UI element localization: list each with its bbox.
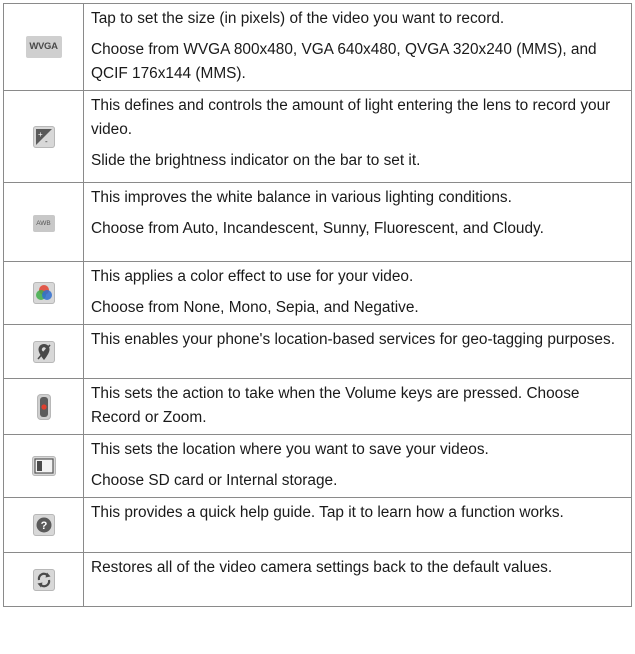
reset-icon [32,568,55,591]
table-row: This enables your phone's location-based… [3,324,632,379]
description-cell: This sets the location where you want to… [83,434,632,498]
storage-icon [31,456,56,476]
icon-cell [3,552,84,607]
camera-settings-table: WVGA Tap to set the size (in pixels) of … [3,3,632,607]
description-text: Slide the brightness indicator on the ba… [91,152,421,169]
icon-cell: WVGA [3,3,84,91]
table-row: WVGA Tap to set the size (in pixels) of … [3,3,632,91]
help-icon: ? [32,514,55,536]
description-text: This sets the location where you want to… [91,441,489,458]
description-text: This improves the white balance in vario… [91,189,512,206]
description-text: Tap to set the size (in pixels) of the v… [91,10,505,27]
icon-cell [3,378,84,435]
table-row: This applies a color effect to use for y… [3,261,632,325]
icon-cell [3,261,84,325]
description-text: Choose from WVGA 800x480, VGA 640x480, Q… [91,41,597,82]
description-cell: This enables your phone's location-based… [83,324,632,379]
white-balance-icon: AWB [32,215,55,232]
icon-cell [3,434,84,498]
description-cell: This improves the white balance in vario… [83,182,632,262]
brightness-icon: + - [32,125,55,148]
description-text: This enables your phone's location-based… [91,331,615,348]
icon-cell: + - [3,90,84,183]
wvga-icon: WVGA [25,36,62,58]
description-cell: This defines and controls the amount of … [83,90,632,183]
icon-cell: ? [3,497,84,553]
description-text: This provides a quick help guide. Tap it… [91,504,564,521]
svg-text:+: + [38,130,43,139]
table-row: + - This defines and controls the amount… [3,90,632,183]
icon-cell [3,324,84,379]
table-row: AWB This improves the white balance in v… [3,182,632,262]
table-row: This sets the location where you want to… [3,434,632,498]
icon-cell: AWB [3,182,84,262]
table-row: ? This provides a quick help guide. Tap … [3,497,632,553]
volume-key-icon [36,393,51,420]
description-text: Choose from Auto, Incandescent, Sunny, F… [91,220,544,237]
description-cell: Restores all of the video camera setting… [83,552,632,607]
description-text: Choose SD card or Internal storage. [91,472,338,489]
description-cell: This applies a color effect to use for y… [83,261,632,325]
description-text: This sets the action to take when the Vo… [91,385,580,426]
table-row: This sets the action to take when the Vo… [3,378,632,435]
description-cell: Tap to set the size (in pixels) of the v… [83,3,632,91]
geo-tagging-icon [32,340,55,363]
description-cell: This provides a quick help guide. Tap it… [83,497,632,553]
description-text: This applies a color effect to use for y… [91,268,414,285]
svg-text:-: - [45,137,48,146]
color-effect-icon [32,282,55,304]
description-cell: This sets the action to take when the Vo… [83,378,632,435]
description-text: Choose from None, Mono, Sepia, and Negat… [91,299,419,316]
description-text: Restores all of the video camera setting… [91,559,553,576]
description-text: This defines and controls the amount of … [91,97,611,138]
table-row: Restores all of the video camera setting… [3,552,632,607]
svg-text:?: ? [40,520,47,532]
